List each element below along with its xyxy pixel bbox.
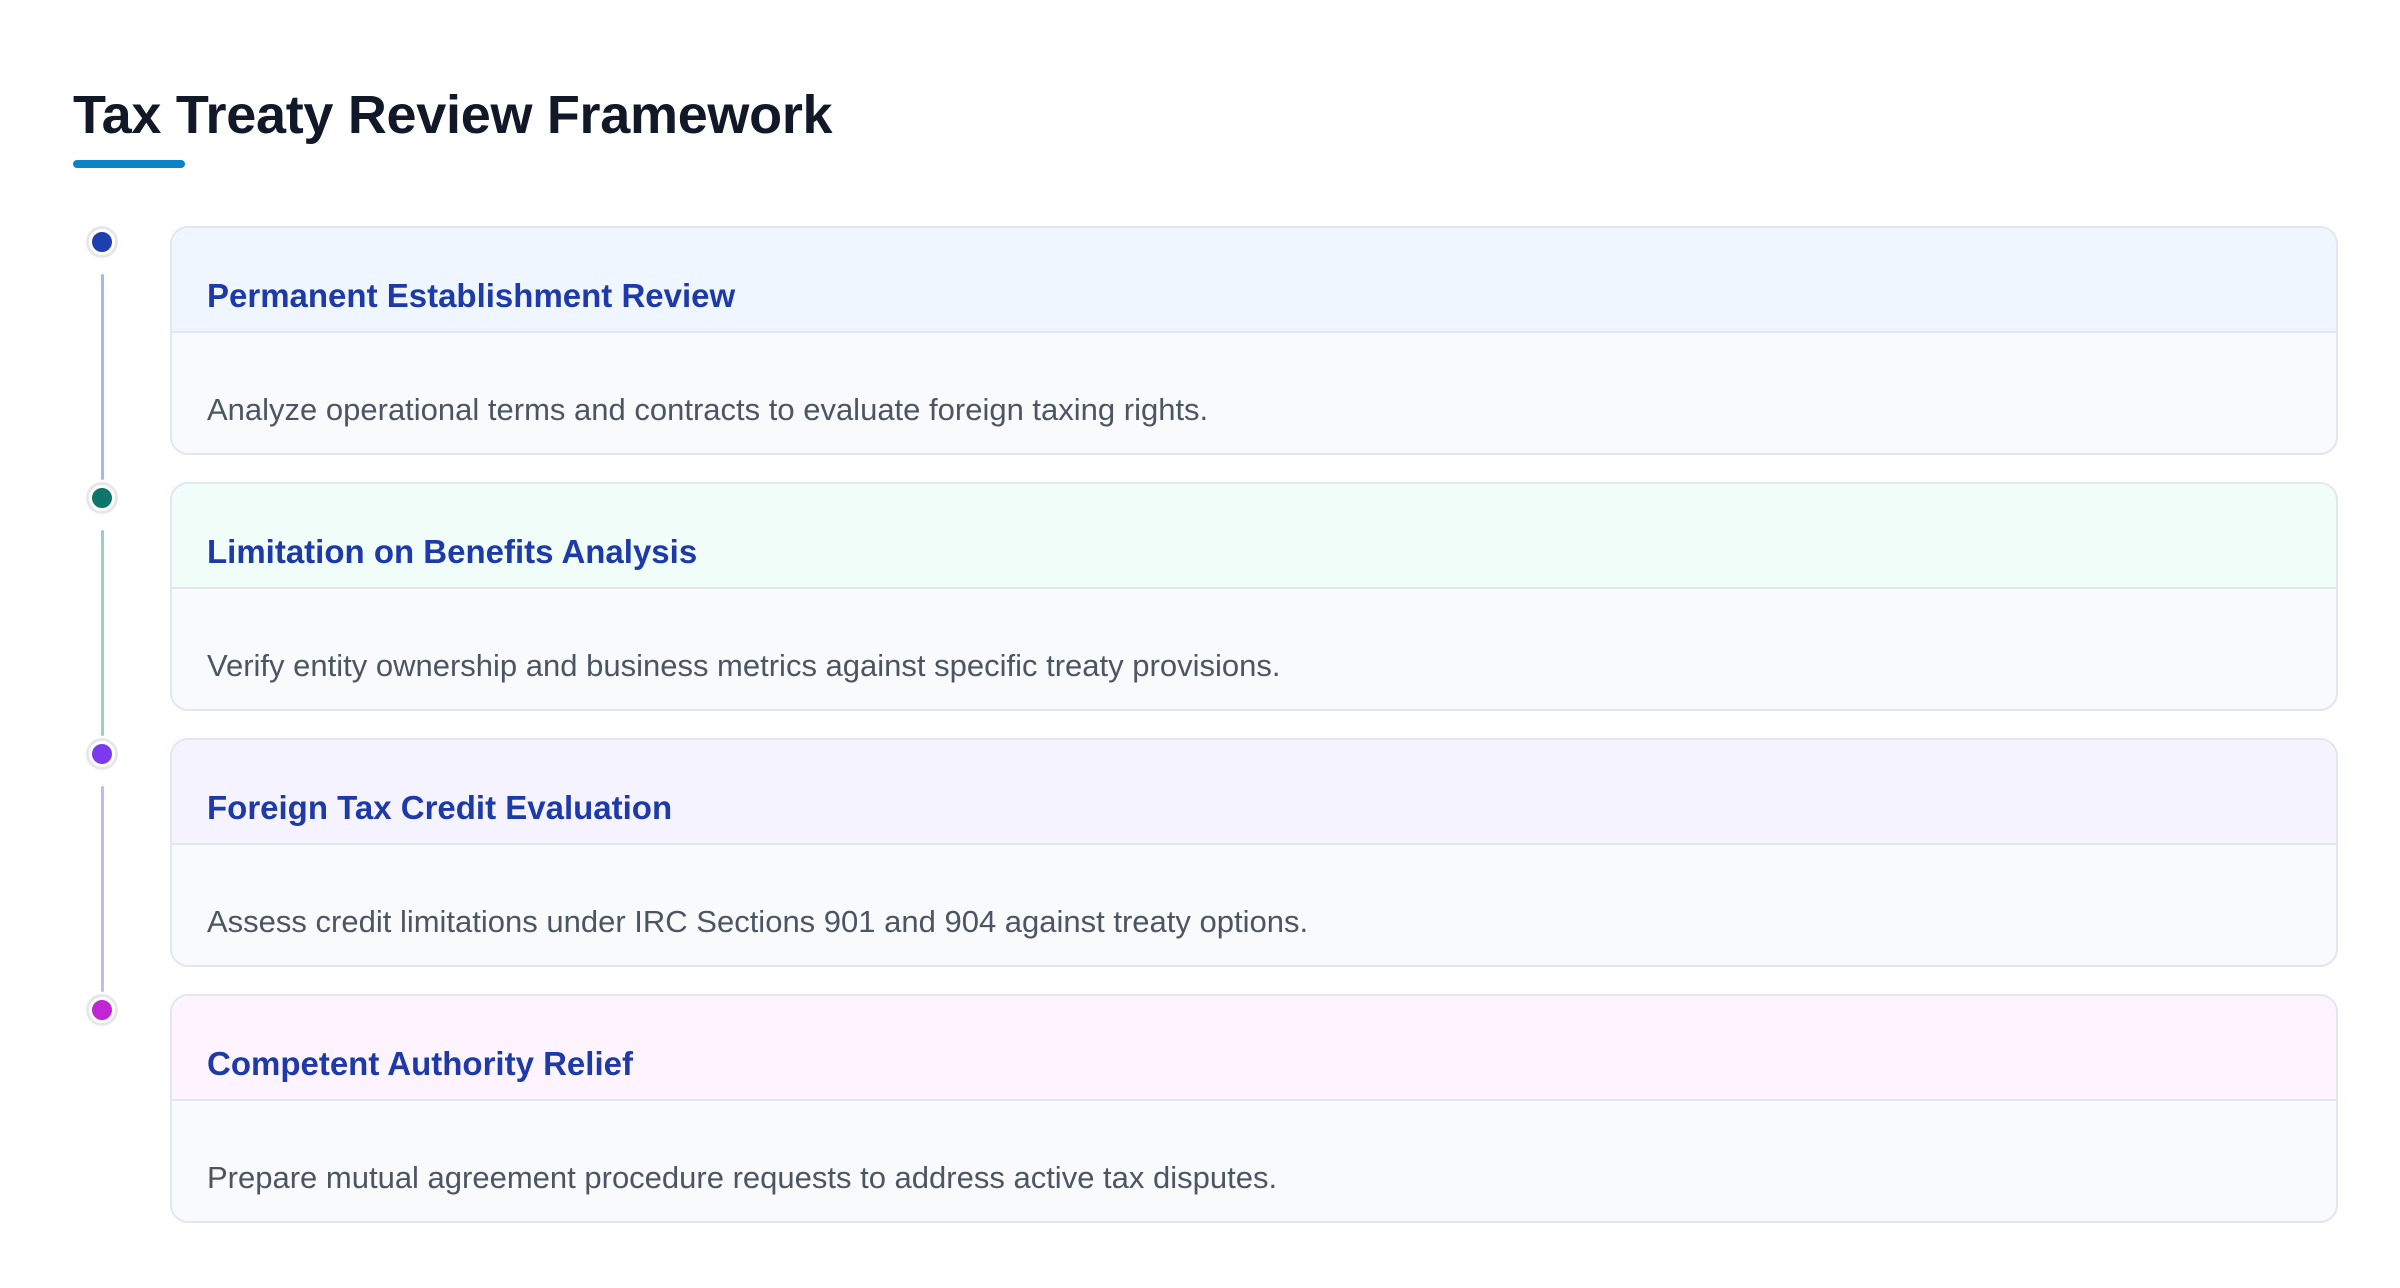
step-marker-dot	[89, 741, 115, 767]
step-description: Assess credit limitations under IRC Sect…	[207, 904, 1309, 939]
step-connector-line	[100, 530, 104, 736]
step-card-body: Analyze operational terms and contracts …	[172, 333, 2336, 428]
step-card: Limitation on Benefits Analysis Verify e…	[170, 482, 2338, 711]
step-title: Foreign Tax Credit Evaluation	[207, 789, 673, 826]
step-description: Verify entity ownership and business met…	[207, 648, 1281, 683]
step-card: Competent Authority Relief Prepare mutua…	[170, 994, 2338, 1223]
step-card-header: Permanent Establishment Review	[172, 228, 2336, 333]
step-connector-line	[100, 274, 104, 480]
step-title: Limitation on Benefits Analysis	[207, 533, 698, 570]
step-card-body: Prepare mutual agreement procedure reque…	[172, 1101, 2336, 1196]
step-card-body: Assess credit limitations under IRC Sect…	[172, 845, 2336, 940]
timeline: Permanent Establishment Review Analyze o…	[0, 0, 2400, 1288]
step-marker-dot	[89, 229, 115, 255]
step-title: Competent Authority Relief	[207, 1045, 633, 1082]
step-marker-dot	[89, 485, 115, 511]
step-card-header: Competent Authority Relief	[172, 996, 2336, 1101]
step-card: Foreign Tax Credit Evaluation Assess cre…	[170, 738, 2338, 967]
step-title: Permanent Establishment Review	[207, 277, 736, 314]
step-card-header: Foreign Tax Credit Evaluation	[172, 740, 2336, 845]
step-connector-line	[100, 786, 104, 992]
step-description: Analyze operational terms and contracts …	[207, 392, 1209, 427]
step-marker-dot	[89, 997, 115, 1023]
step-card-body: Verify entity ownership and business met…	[172, 589, 2336, 684]
step-description: Prepare mutual agreement procedure reque…	[207, 1160, 1278, 1195]
step-card-header: Limitation on Benefits Analysis	[172, 484, 2336, 589]
step-card: Permanent Establishment Review Analyze o…	[170, 226, 2338, 455]
